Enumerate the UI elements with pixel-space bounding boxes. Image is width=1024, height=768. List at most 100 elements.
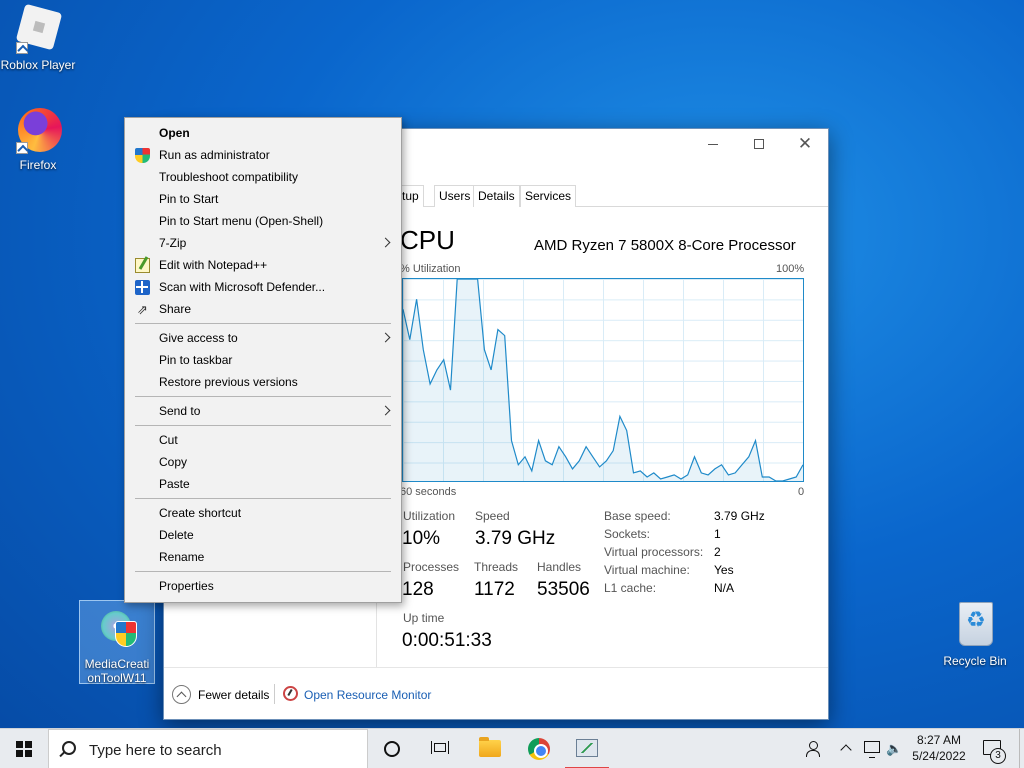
- taskbar-file-explorer[interactable]: [466, 729, 514, 768]
- close-icon: ✕: [797, 134, 813, 154]
- shortcut-arrow-icon: [16, 42, 28, 54]
- menu-item-label: Troubleshoot compatibility: [159, 170, 298, 184]
- menu-item-edit-with-notepadpp[interactable]: Edit with Notepad++: [125, 254, 401, 276]
- menu-item-send-to[interactable]: Send to: [125, 400, 401, 422]
- menu-item-label: Pin to Start: [159, 192, 219, 206]
- network-icon[interactable]: [864, 741, 880, 758]
- utilization-value: 10%: [402, 528, 441, 549]
- menu-item-7zip[interactable]: 7-Zip: [125, 232, 401, 254]
- uptime-value: 0:00:51:33: [402, 630, 492, 651]
- chevron-up-icon[interactable]: [840, 744, 852, 756]
- clock-time: 8:27 AM: [916, 733, 962, 747]
- menu-item-delete[interactable]: Delete: [125, 524, 401, 546]
- cortana-button[interactable]: [368, 729, 416, 768]
- menu-item-label: 7-Zip: [159, 236, 187, 250]
- desktop-icon-media-creation-tool[interactable]: MediaCreationToolW11: [79, 600, 155, 685]
- people-icon[interactable]: [806, 741, 820, 757]
- time-axis-label: 60 seconds: [400, 486, 457, 498]
- menu-item-rename[interactable]: Rename: [125, 546, 401, 568]
- menu-item-give-access-to[interactable]: Give access to: [125, 327, 401, 349]
- spec-label-virtual-machine: Virtual machine:: [604, 563, 690, 577]
- desktop-icon-recycle-bin[interactable]: Recycle Bin: [937, 602, 1013, 668]
- spec-value-sockets: 1: [714, 527, 721, 541]
- menu-item-label: Edit with Notepad++: [159, 258, 268, 272]
- menu-item-restore-previous-versions[interactable]: Restore previous versions: [125, 371, 401, 393]
- handles-value: 53506: [537, 579, 590, 600]
- uac-shield-icon: [135, 148, 150, 163]
- menu-item-troubleshoot-compatibility[interactable]: Troubleshoot compatibility: [125, 166, 401, 188]
- clock-date: 5/24/2022: [912, 749, 966, 763]
- cpu-area: [403, 279, 803, 481]
- search-placeholder: Type here to search: [89, 742, 222, 759]
- desktop-icon-roblox-player[interactable]: Roblox Player: [0, 3, 76, 72]
- menu-item-paste[interactable]: Paste: [125, 473, 401, 495]
- desktop-icon-label: Firefox: [19, 158, 57, 172]
- menu-item-label: Copy: [159, 455, 188, 469]
- task-manager-footer: Fewer details Open Resource Monitor: [164, 667, 828, 719]
- show-desktop-button[interactable]: [1019, 729, 1024, 768]
- tab-services[interactable]: Services: [520, 185, 577, 207]
- menu-item-label: Scan with Microsoft Defender...: [159, 280, 326, 294]
- menu-item-label: Open: [159, 126, 190, 140]
- menu-item-run-as-administrator[interactable]: Run as administrator: [125, 144, 401, 166]
- taskbar-chrome[interactable]: [515, 729, 563, 768]
- resource-monitor-icon: [283, 686, 298, 701]
- menu-separator: [135, 425, 391, 426]
- cpu-graph: [402, 278, 804, 482]
- volume-icon[interactable]: 🔈: [886, 742, 902, 756]
- threads-label: Threads: [474, 560, 519, 574]
- spec-label-virtual-processors: Virtual processors:: [604, 545, 704, 559]
- maximize-button[interactable]: [736, 129, 782, 159]
- taskbar-search-box[interactable]: Type here to search: [48, 729, 368, 768]
- menu-item-label: Rename: [159, 550, 205, 564]
- task-view-button[interactable]: [416, 729, 464, 768]
- tab-users[interactable]: Users: [434, 185, 476, 207]
- desktop-icon-firefox[interactable]: Firefox: [0, 106, 76, 172]
- task-view-icon: [431, 741, 449, 757]
- chevron-up-circle-icon[interactable]: [172, 685, 191, 704]
- defender-icon: [135, 280, 150, 295]
- menu-item-scan-with-defender[interactable]: Scan with Microsoft Defender...: [125, 276, 401, 298]
- minimize-icon: [708, 143, 718, 145]
- taskbar-clock[interactable]: 8:27 AM 5/24/2022: [908, 732, 970, 764]
- menu-item-label: Paste: [159, 477, 190, 491]
- menu-separator: [135, 396, 391, 397]
- menu-item-pin-to-start[interactable]: Pin to Start: [125, 188, 401, 210]
- taskbar-task-manager[interactable]: [563, 729, 611, 768]
- desktop-icon-label: Roblox Player: [0, 58, 76, 72]
- chevron-right-icon: [380, 405, 391, 416]
- menu-item-label: Give access to: [159, 331, 238, 345]
- menu-item-pin-to-start-open-shell[interactable]: Pin to Start menu (Open-Shell): [125, 210, 401, 232]
- menu-item-create-shortcut[interactable]: Create shortcut: [125, 502, 401, 524]
- spec-value-virtual-machine: Yes: [714, 563, 734, 577]
- windows-logo-icon: [16, 741, 32, 757]
- menu-item-share[interactable]: ⇗ Share: [125, 298, 401, 320]
- processes-label: Processes: [403, 560, 460, 574]
- menu-item-properties[interactable]: Properties: [125, 575, 401, 597]
- page-title: CPU: [400, 225, 455, 255]
- window-controls: ✕: [690, 129, 828, 159]
- utilization-label: Utilization: [403, 509, 456, 523]
- menu-item-open[interactable]: Open: [125, 122, 401, 144]
- fewer-details-link[interactable]: Fewer details: [198, 688, 269, 702]
- menu-item-label: Properties: [159, 579, 214, 593]
- open-resource-monitor-link[interactable]: Open Resource Monitor: [304, 688, 431, 702]
- minimize-button[interactable]: [690, 129, 736, 159]
- start-button[interactable]: [0, 729, 48, 768]
- threads-value: 1172: [474, 579, 515, 600]
- min-axis-label: 0: [798, 486, 805, 498]
- context-menu: Open Run as administrator Troubleshoot c…: [124, 117, 402, 603]
- menu-item-copy[interactable]: Copy: [125, 451, 401, 473]
- speed-value: 3.79 GHz: [475, 528, 556, 549]
- media-creation-tool-icon: [93, 605, 141, 653]
- recycle-bin-icon: [951, 602, 999, 650]
- menu-item-label: Share: [159, 302, 192, 316]
- menu-item-pin-to-taskbar[interactable]: Pin to taskbar: [125, 349, 401, 371]
- spec-label-base-speed: Base speed:: [604, 509, 671, 523]
- tab-details[interactable]: Details: [473, 185, 520, 207]
- close-button[interactable]: ✕: [782, 129, 828, 159]
- menu-item-cut[interactable]: Cut: [125, 429, 401, 451]
- cortana-icon: [384, 741, 400, 757]
- footer-separator: [274, 684, 275, 704]
- menu-item-label: Delete: [159, 528, 194, 542]
